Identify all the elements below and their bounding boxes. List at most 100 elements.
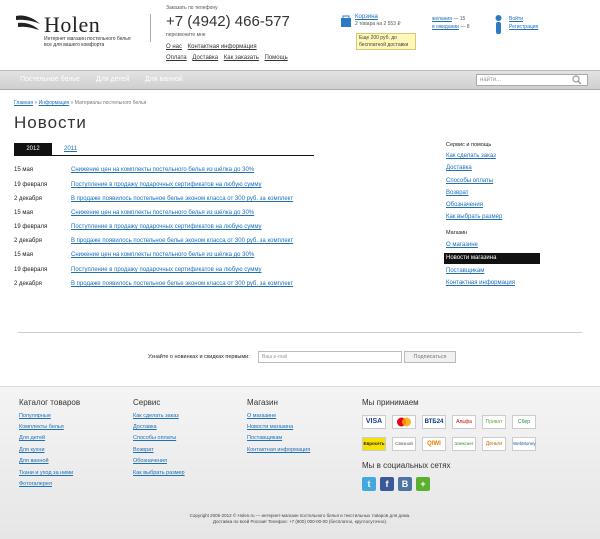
twitter-icon[interactable]: t — [362, 477, 376, 491]
page-title: Новости — [14, 113, 87, 132]
footer-service-link[interactable]: Обозначения — [133, 458, 167, 464]
news-link[interactable]: Поступление в продажу подарочных сертифи… — [71, 267, 262, 273]
news-link[interactable]: Снижение цен на комплекты постельного бе… — [71, 167, 254, 173]
sidebar-item-legend[interactable]: Обозначения — [446, 202, 483, 208]
footer-catalog-link[interactable]: Для кухни — [19, 447, 45, 453]
news-link[interactable]: Поступление в продажу подарочных сертифи… — [71, 182, 262, 188]
footer-catalog-link[interactable]: Фотогалерея — [19, 481, 52, 487]
sidebar-item-payment[interactable]: Способы оплаты — [446, 178, 493, 184]
facebook-icon[interactable]: f — [380, 477, 394, 491]
user-icon — [495, 15, 502, 34]
toplink-contacts[interactable]: Контактная информация — [188, 44, 257, 50]
privat-logo-icon: Приват — [482, 415, 506, 429]
sidebar-item-how-to-order[interactable]: Как сделать заказ — [446, 153, 496, 159]
footer-catalog-link[interactable]: Для детей — [19, 435, 45, 441]
news-row: 2 декабря В продаже появилось постельное … — [14, 238, 434, 248]
news-date: 15 мая — [14, 167, 34, 173]
news-link[interactable]: Снижение цен на комплекты постельного бе… — [71, 252, 254, 258]
footer-catalog-link[interactable]: Ткани и уход за ними — [19, 470, 73, 476]
breadcrumb-info[interactable]: Информация — [39, 100, 70, 106]
sberbank-logo-icon: Сбер — [512, 415, 536, 429]
cart-icon[interactable] — [340, 14, 352, 28]
wishlist-link[interactable]: желания — [432, 16, 452, 22]
top-links: О нас Контактная информация Оплата Доста… — [166, 44, 292, 66]
footer-service-link[interactable]: Возврат — [133, 447, 154, 453]
footer-shop-link[interactable]: Поставщикам — [247, 435, 282, 441]
footer-copyright: Copyright 2005-2012 © Holen.ru — интерне… — [0, 513, 600, 525]
news-link[interactable]: В продаже появилось постельное белье эко… — [71, 238, 293, 244]
news-date: 19 февраля — [14, 224, 48, 230]
content-divider — [18, 332, 582, 333]
yandex-money-logo-icon: Деньги — [482, 437, 506, 451]
footer-catalog-link[interactable]: Комплекты белья — [19, 424, 64, 430]
news-link[interactable]: Снижение цен на комплекты постельного бе… — [71, 210, 254, 216]
footer-service-link[interactable]: Способы оплаты — [133, 435, 176, 441]
nav-item-kids[interactable]: Для детей — [96, 76, 129, 83]
register-link[interactable]: Регистрация — [509, 24, 538, 30]
news-row: 19 февраля Поступление в продажу подарочн… — [14, 182, 434, 192]
mastercard-circles-icon — [397, 417, 411, 427]
toplink-delivery[interactable]: Доставка — [192, 55, 218, 61]
news-row: 15 мая Снижение цен на комплекты постельн… — [14, 252, 434, 262]
year-tab-active[interactable]: 2012 — [14, 143, 52, 155]
sidebar-item-about[interactable]: О магазине — [446, 242, 478, 248]
footer-service-link[interactable]: Как выбрать размер — [133, 470, 185, 476]
footer-service-link[interactable]: Как сделать заказ — [133, 413, 179, 419]
subscribe-label: Узнайте о новинках и скидках первыми: — [148, 354, 250, 360]
google-plus-icon[interactable]: + — [416, 477, 430, 491]
sidebar-item-returns[interactable]: Возврат — [446, 190, 469, 196]
alfa-bank-logo-icon: Альфа — [452, 415, 476, 429]
toplink-about[interactable]: О нас — [166, 44, 182, 50]
sidebar-item-delivery[interactable]: Доставка — [446, 165, 472, 171]
toplink-help[interactable]: Помощь — [265, 55, 288, 61]
sidebar-item-suppliers[interactable]: Поставщикам — [446, 268, 484, 274]
subscribe-button[interactable]: Подписаться — [404, 351, 456, 363]
news-row: 19 февраля Поступление в продажу подарочн… — [14, 267, 434, 277]
footer-phone-line: Доставка по всей России! Телефон: +7 (80… — [212, 519, 388, 524]
login-link[interactable]: Войти — [509, 16, 523, 22]
waiting-link[interactable]: в ожидании — [432, 24, 459, 30]
footer-service-title: Сервис — [133, 398, 161, 407]
cart-summary: 2 товара на 2 553 ₽ — [355, 21, 401, 27]
toplink-how-to-order[interactable]: Как заказать — [224, 55, 259, 61]
nav-item-bedding[interactable]: Постельное белье — [20, 76, 80, 83]
news-date: 2 декабря — [14, 196, 42, 202]
footer-catalog-link[interactable]: Для ванной — [19, 458, 49, 464]
footer-catalog-title: Каталог товаров — [19, 398, 81, 407]
sidebar-shop-title: Магазин — [446, 230, 468, 236]
logo-text[interactable]: Holen — [44, 12, 100, 38]
visa-logo-icon: VISA — [362, 415, 386, 429]
footer-shop-link[interactable]: Новости магазина — [247, 424, 293, 430]
breadcrumb-current: Материалы постельного белья — [74, 100, 147, 106]
news-link[interactable]: В продаже появилось постельное белье эко… — [71, 281, 293, 287]
news-link[interactable]: Поступление в продажу подарочных сертифи… — [71, 224, 262, 230]
qiwi-logo-icon: QIWI — [422, 437, 446, 451]
sidebar-item-contacts[interactable]: Контактная информация — [446, 280, 515, 286]
search-icon[interactable] — [572, 75, 582, 85]
breadcrumb-home[interactable]: Главная — [14, 100, 33, 106]
vkontakte-icon[interactable]: В — [398, 477, 412, 491]
news-row: 2 декабря В продаже появилось постельное … — [14, 196, 434, 206]
sidebar-item-size[interactable]: Как выбрать размер — [446, 214, 502, 220]
wishlist-block: желания — 15 в ожидании — 8 — [432, 15, 470, 31]
logo-mark-icon — [16, 15, 40, 30]
news-link[interactable]: В продаже появилось постельное белье эко… — [71, 196, 293, 202]
news-date: 15 мая — [14, 210, 34, 216]
toplink-payment[interactable]: Оплата — [166, 55, 187, 61]
news-date: 2 декабря — [14, 281, 42, 287]
svyaznoy-logo-icon: Связной — [392, 437, 416, 451]
sidebar-item-news-active[interactable]: Новости магазина — [444, 253, 540, 264]
wishlist-count: — 15 — [453, 16, 466, 22]
callback-link[interactable]: перезвоните мне — [166, 32, 206, 38]
year-tab-2011[interactable]: 2011 — [64, 146, 77, 152]
footer-shop-link[interactable]: О магазине — [247, 413, 276, 419]
footer-catalog-link[interactable]: Популярные — [19, 413, 51, 419]
news-row: 2 декабря В продаже появилось постельное … — [14, 281, 434, 291]
free-delivery-promo: Еще 200 руб. до бесплатной доставки — [356, 33, 416, 50]
order-by-phone-label: Заказать по телефону — [166, 5, 218, 11]
footer-service-link[interactable]: Доставка — [133, 424, 157, 430]
subscribe-email-input[interactable]: Ваш e-mail — [258, 351, 402, 363]
footer-shop-link[interactable]: Контактная информация — [247, 447, 310, 453]
cart-link[interactable]: Корзина — [355, 14, 378, 20]
nav-item-bath[interactable]: Для ванной — [145, 76, 183, 83]
